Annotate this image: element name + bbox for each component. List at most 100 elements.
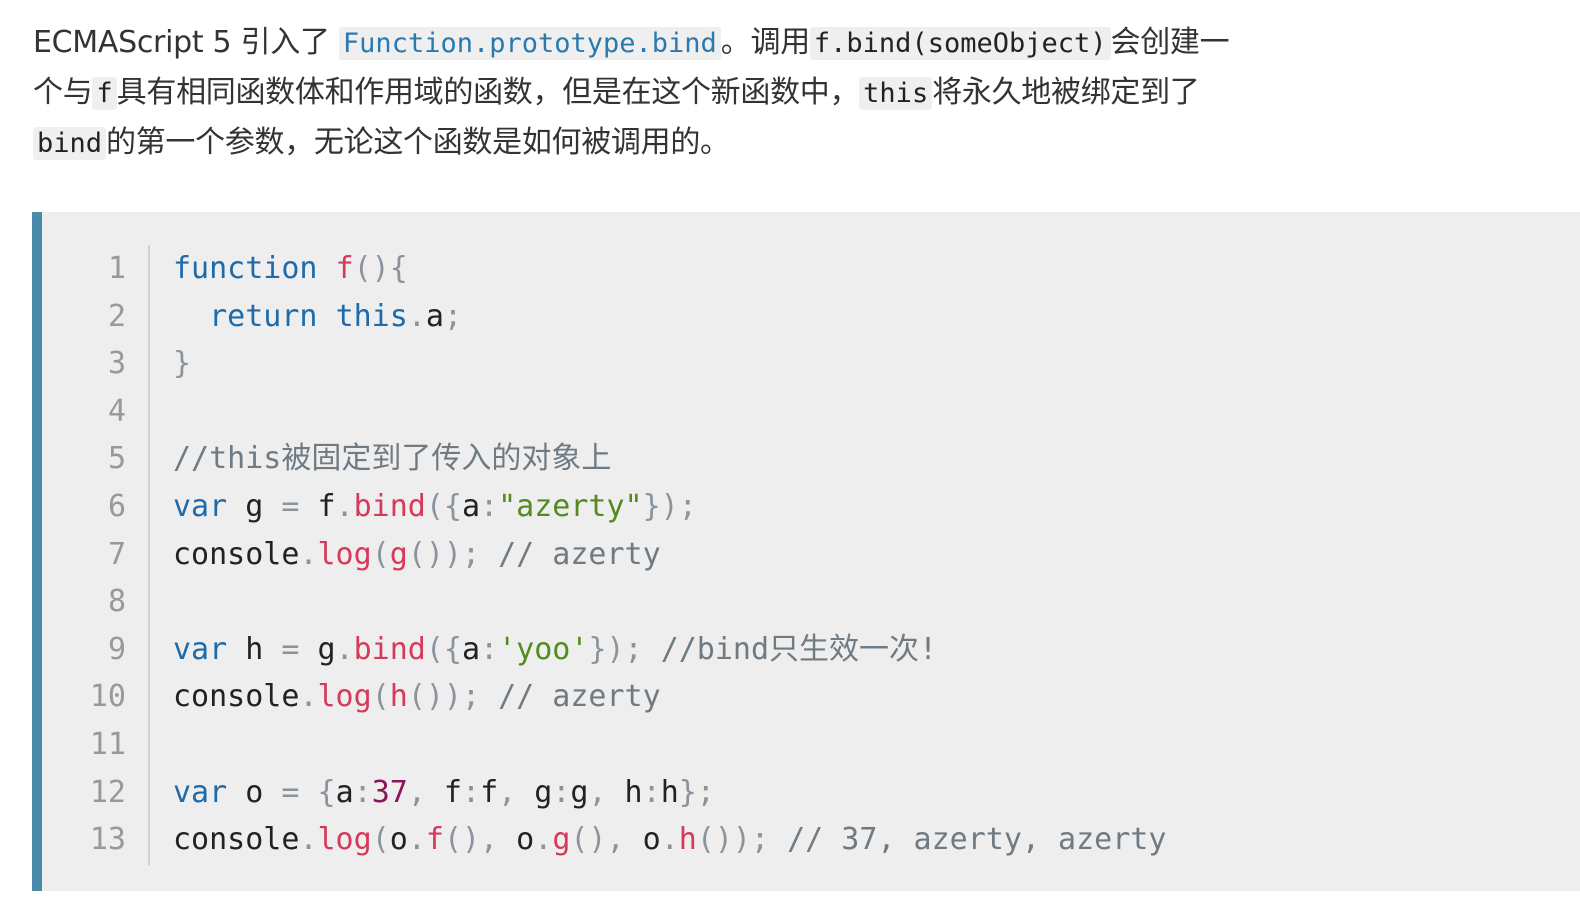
- code-punctuation: ());: [407, 679, 481, 715]
- code-text: console: [173, 822, 300, 858]
- code-keyword: function: [173, 251, 318, 286]
- inline-code: f: [92, 77, 117, 110]
- article-section: ECMAScript 5 引入了 Function.prototype.bind…: [0, 0, 1580, 908]
- code-string: "azerty": [498, 488, 643, 524]
- code-punctuation: ,: [407, 774, 426, 810]
- intro-paragraph: ECMAScript 5 引入了 Function.prototype.bind…: [33, 18, 1513, 168]
- code-punctuation: (: [371, 679, 390, 715]
- code-punctuation: ({: [425, 488, 462, 524]
- code-line: var h = g.bind({a:'yoo'}); //bind只生效一次!: [173, 626, 1166, 674]
- code-punctuation: ,: [498, 774, 517, 810]
- code-block: 1 2 3 4 5 6 7 8 9 10 11 12 13 function f(){ return t…: [32, 212, 1580, 891]
- code-text: g: [570, 774, 589, 810]
- intro-text: 的第一个参数，无论这个函数是如何被调用的。: [106, 125, 730, 160]
- code-punctuation: .: [299, 536, 318, 572]
- code-text: o: [389, 822, 408, 858]
- code-punctuation: ());: [696, 822, 770, 858]
- intro-text: ECMAScript 5 引入了: [33, 25, 339, 60]
- code-punctuation: :: [353, 774, 372, 810]
- line-number: 10: [89, 679, 126, 715]
- code-text: a: [335, 774, 354, 810]
- code-punctuation: .: [407, 822, 426, 858]
- line-number: 2: [107, 298, 126, 334]
- code-punctuation: .: [660, 822, 679, 858]
- code-punctuation: .: [335, 631, 354, 667]
- line-number-gutter: 1 2 3 4 5 6 7 8 9 10 11 12 13: [42, 245, 150, 865]
- inline-code: f.bind(someObject): [809, 27, 1111, 60]
- code-line: var o = {a:37, f:f, g:g, h:h};: [173, 769, 1166, 817]
- code-text: console: [173, 679, 300, 715]
- code-punctuation: :: [462, 774, 481, 810]
- code-function: h: [389, 679, 408, 715]
- intro-line-2: 个与 f 具有相同函数体和作用域的函数，但是在这个新函数中， this 将永久地被绑定到…: [33, 68, 1513, 118]
- code-keyword: var: [173, 774, 228, 810]
- line-number: 7: [107, 536, 126, 572]
- code-function: bind: [353, 488, 426, 524]
- line-number: 12: [89, 774, 126, 810]
- code-text: f: [425, 774, 462, 810]
- code-function: f: [335, 251, 354, 286]
- intro-text: 将永久地被绑定到了: [932, 75, 1200, 110]
- code-text: h: [660, 774, 679, 810]
- code-function: h: [678, 822, 697, 858]
- code-function: f: [425, 822, 444, 858]
- code-string: 'yoo': [498, 631, 589, 667]
- line-number: 3: [107, 346, 126, 382]
- intro-line-3: bind 的第一个参数，无论这个函数是如何被调用的。: [33, 118, 1513, 168]
- code-punctuation: {: [317, 774, 336, 810]
- code-comment: //bind只生效一次!: [660, 631, 938, 667]
- inline-code-link[interactable]: Function.prototype.bind: [338, 27, 721, 60]
- code-punctuation: :: [642, 774, 661, 810]
- line-number: 9: [107, 631, 126, 667]
- code-comment: // azerty: [498, 679, 661, 715]
- code-text: console: [173, 536, 300, 572]
- code-text: a: [462, 488, 481, 524]
- inline-code: bind: [33, 127, 107, 160]
- line-number: 8: [107, 584, 126, 620]
- code-punctuation: ,: [588, 774, 607, 810]
- code-punctuation: :: [552, 774, 571, 810]
- intro-text: 会创建一: [1110, 25, 1230, 60]
- code-punctuation: ;: [443, 298, 462, 334]
- code-number: 37: [371, 774, 408, 810]
- line-number: 11: [89, 726, 126, 762]
- code-punctuation: .: [299, 822, 318, 858]
- code-line: console.log(g()); // azerty: [173, 531, 1166, 579]
- code-text: a: [425, 298, 444, 334]
- code-line: //this被固定到了传入的对象上: [173, 435, 1166, 483]
- code-punctuation: (),: [570, 822, 625, 858]
- intro-text: 。调用: [720, 25, 810, 60]
- code-function: bind: [353, 631, 426, 667]
- code-punctuation: (: [371, 822, 390, 858]
- code-function: log: [317, 822, 372, 858]
- code-keyword: return: [209, 298, 318, 334]
- code-punctuation: :: [480, 488, 499, 524]
- code-line: var g = f.bind({a:"azerty"});: [173, 483, 1166, 531]
- code-keyword: var: [173, 488, 228, 524]
- code-text: h: [606, 774, 643, 810]
- code-punctuation: (),: [443, 822, 499, 858]
- code-text: a: [462, 631, 481, 667]
- code-punctuation: .: [299, 679, 318, 715]
- code-text: g: [227, 488, 282, 524]
- line-number: 13: [89, 822, 126, 858]
- intro-text: 个与: [33, 75, 93, 110]
- code-punctuation: (: [371, 536, 390, 572]
- line-number: 1: [107, 251, 126, 286]
- code-comment: // 37, azerty, azerty: [787, 822, 1167, 858]
- code-function: g: [389, 536, 408, 572]
- inline-code: this: [859, 77, 933, 110]
- code-punctuation: });: [642, 488, 697, 524]
- code-text: f: [480, 774, 499, 810]
- line-number: 4: [107, 393, 126, 429]
- code-text: o: [498, 822, 535, 858]
- intro-line-1: ECMAScript 5 引入了 Function.prototype.bind…: [33, 18, 1513, 68]
- line-number: 6: [107, 488, 126, 524]
